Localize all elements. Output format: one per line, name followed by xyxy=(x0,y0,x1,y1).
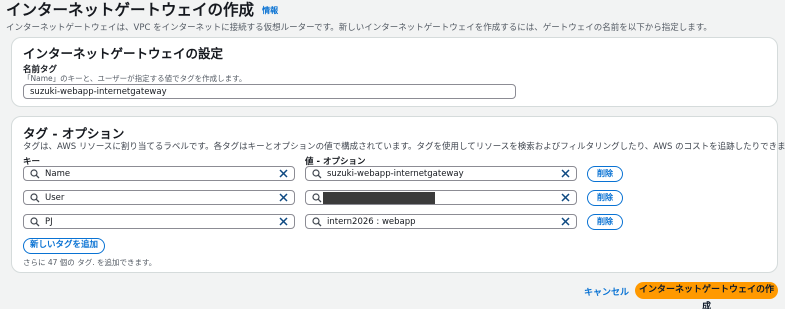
close-icon[interactable] xyxy=(560,168,571,179)
close-icon[interactable] xyxy=(278,168,289,179)
search-icon xyxy=(312,169,322,179)
search-icon xyxy=(30,193,40,203)
name-tag-description: 「Name」のキーと、ユーザーが指定する値でタグを作成します。 xyxy=(23,74,247,83)
tag-key-value: Name xyxy=(45,169,71,179)
add-tag-button[interactable]: 新しいタグを追加 xyxy=(23,238,105,254)
tag-value-text: intern2026 : webapp xyxy=(327,217,416,227)
settings-container: インターネットゲートウェイの設定 名前タグ 「Name」のキーと、ユーザーが指定… xyxy=(11,37,778,107)
close-icon[interactable] xyxy=(278,192,289,203)
remove-tag-button[interactable]: 削除 xyxy=(587,214,623,230)
tag-key-value: User xyxy=(45,193,65,203)
page-header: インターネットゲートウェイの作成 情報 インターネットゲートウェイは、VPC を… xyxy=(6,0,781,33)
close-icon[interactable] xyxy=(560,216,571,227)
close-icon[interactable] xyxy=(278,216,289,227)
tags-container: タグ - オプション タグは、AWS リソースに割り当てるラベルです。各タグはキ… xyxy=(11,116,785,273)
settings-heading: インターネットゲートウェイの設定 xyxy=(23,46,224,61)
page-description: インターネットゲートウェイは、VPC をインターネットに接続する仮想ルーターです… xyxy=(6,23,712,33)
cancel-button[interactable]: キャンセル xyxy=(584,285,629,298)
tag-key-value: PJ xyxy=(45,217,53,227)
remove-tag-button[interactable]: 削除 xyxy=(587,166,623,182)
name-tag-input[interactable]: suzuki-webapp-internetgateway xyxy=(23,84,516,99)
tag-value-input[interactable]: suzuki-webapp-internetgateway xyxy=(305,166,577,181)
tag-key-input[interactable]: PJ xyxy=(23,214,295,229)
tag-key-input[interactable]: Name xyxy=(23,166,295,181)
tag-value-input[interactable]: intern2026 : webapp xyxy=(305,214,577,229)
search-icon xyxy=(30,169,40,179)
redacted-value xyxy=(323,192,435,204)
search-icon xyxy=(312,193,322,203)
search-icon xyxy=(312,217,322,227)
search-icon xyxy=(30,217,40,227)
tag-value-text: suzuki-webapp-internetgateway xyxy=(327,169,464,179)
close-icon[interactable] xyxy=(560,192,571,203)
remove-tag-button[interactable]: 削除 xyxy=(587,190,623,206)
tag-key-input[interactable]: User xyxy=(23,190,295,205)
create-internet-gateway-button[interactable]: インターネットゲートウェイの作成 xyxy=(635,282,778,309)
tag-value-input[interactable] xyxy=(305,190,577,205)
tag-limit-note: さらに 47 個の タグ. を追加できます。 xyxy=(23,258,157,267)
info-link[interactable]: 情報 xyxy=(262,6,278,15)
tags-description: タグは、AWS リソースに割り当てるラベルです。各タグはキーとオプションの値で構… xyxy=(23,142,785,152)
page-title: インターネットゲートウェイの作成 xyxy=(6,1,255,19)
